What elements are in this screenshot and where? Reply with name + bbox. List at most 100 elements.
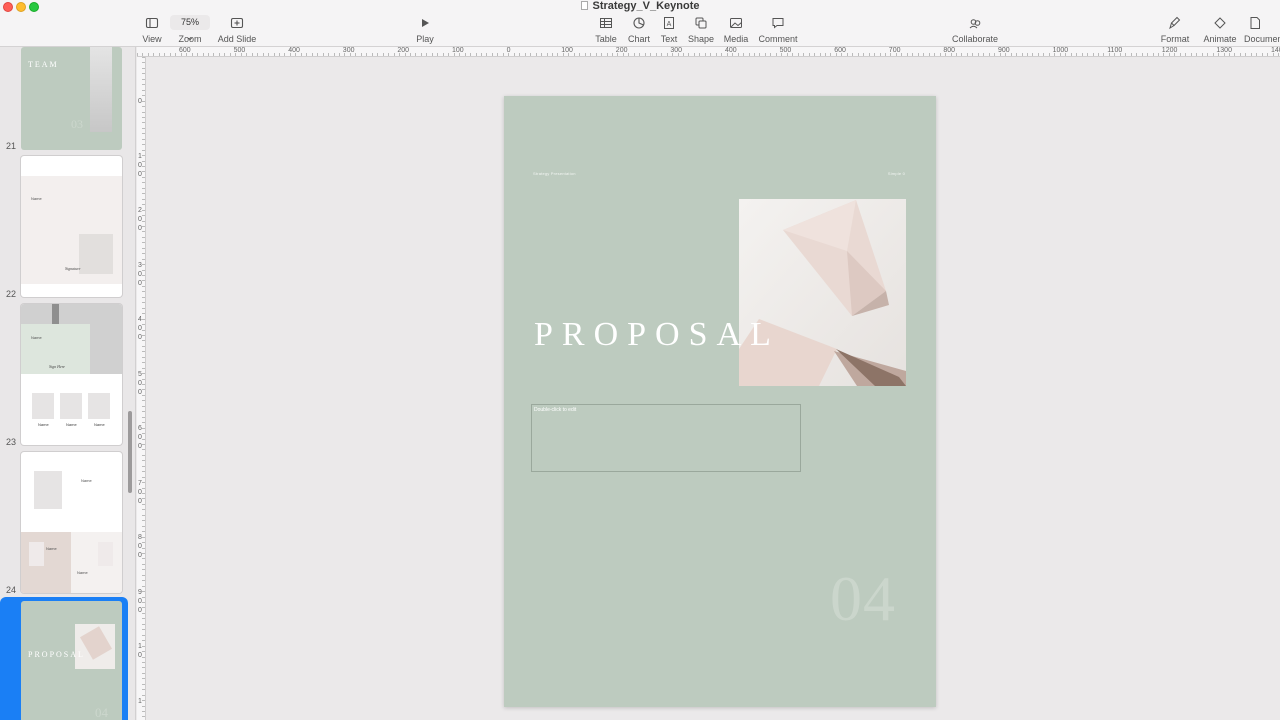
ruler-tick [142, 411, 145, 413]
ruler-tick [328, 53, 330, 56]
ruler-tick [142, 536, 145, 538]
slide-navigator: TEAM 03 21 Name Signature 22 Name Sign H… [0, 47, 136, 720]
ruler-tick [142, 384, 145, 385]
ruler-tick [470, 53, 472, 56]
thumbnail-image [79, 234, 113, 274]
media-button[interactable]: Media [722, 15, 750, 45]
chart-button[interactable]: Chart [625, 15, 653, 45]
ruler-tick [142, 116, 145, 118]
comment-label: Comment [758, 34, 798, 44]
ruler-tick [142, 95, 145, 97]
ruler-tick [1108, 53, 1110, 56]
envelope-photo[interactable] [739, 199, 906, 386]
slide-title[interactable]: PROPOSAL [534, 316, 780, 354]
slide-canvas[interactable]: Strategy Presentation Simple 0 PROPOSAL … [504, 96, 936, 707]
ruler-tick [142, 623, 145, 625]
slide-thumbnail[interactable]: Name Sign Here Name Name Name [21, 304, 122, 445]
ruler-tick [393, 53, 395, 56]
ruler-tick [218, 53, 220, 56]
ruler-tick [579, 53, 581, 56]
ruler-tick [846, 53, 848, 56]
ruler-tick [868, 53, 870, 56]
shape-button[interactable]: Shape [686, 15, 716, 45]
ruler-tick [1081, 53, 1083, 56]
ruler-tick [142, 176, 145, 178]
add-slide-icon [230, 17, 244, 29]
slide-thumbnail-selected[interactable]: PROPOSAL 04 [21, 601, 122, 720]
ruler-tick [956, 53, 957, 56]
ruler-tick [360, 53, 362, 56]
ruler-tick [142, 602, 145, 603]
play-button[interactable]: Play [412, 15, 438, 45]
ruler-tick [994, 53, 996, 56]
ruler-tick [595, 53, 597, 56]
ruler-tick [410, 53, 411, 56]
ruler-tick [142, 580, 145, 582]
ruler-tick [601, 53, 603, 56]
ruler-tick [262, 53, 264, 56]
ruler-tick [917, 53, 919, 56]
ruler-tick [710, 53, 712, 56]
ruler-tick [1092, 53, 1094, 56]
view-button[interactable]: View [139, 15, 165, 45]
ruler-tick [759, 53, 761, 56]
slide-thumbnail[interactable]: Name Name Name [21, 452, 122, 593]
ruler-tick [142, 84, 145, 86]
ruler-tick [349, 53, 351, 56]
ruler-tick [874, 53, 876, 56]
ruler-tick [1261, 53, 1263, 56]
ruler-tick [142, 585, 145, 587]
media-icon [730, 18, 742, 28]
ruler-tick [142, 476, 145, 478]
slide-thumbnail[interactable]: Name Signature [21, 156, 122, 297]
zoom-button[interactable]: 75% ⌄ Zoom [170, 15, 210, 45]
document-button[interactable]: Document [1244, 15, 1280, 45]
ruler-tick [688, 53, 690, 56]
ruler-tick [142, 596, 145, 598]
comment-button[interactable]: Comment [756, 15, 800, 45]
ruler-tick [753, 53, 755, 56]
text-placeholder[interactable]: Double-click to edit [531, 404, 801, 472]
paintbrush-icon [1169, 16, 1181, 30]
ruler-tick [819, 53, 821, 56]
animate-button[interactable]: Animate [1202, 15, 1238, 45]
ruler-tick [628, 53, 630, 56]
ruler-tick [639, 53, 641, 56]
ruler-tick [142, 187, 145, 189]
ruler-tick [142, 558, 145, 560]
navigator-scrollbar[interactable] [128, 411, 132, 493]
ruler-tick [764, 53, 766, 56]
ruler-tick [142, 520, 145, 522]
slide-number: 24 [6, 585, 17, 595]
ruler-tick [142, 318, 145, 320]
ruler-tick [142, 661, 145, 663]
add-slide-button[interactable]: Add Slide [216, 15, 258, 45]
text-button[interactable]: A Text [657, 15, 681, 45]
ruler-tick [142, 53, 144, 56]
thumbnail-image [90, 47, 112, 132]
ruler-tick [1043, 53, 1045, 56]
ruler-tick [344, 53, 346, 56]
ruler-tick [1097, 53, 1099, 56]
ruler-tick [142, 509, 145, 511]
collaborate-button[interactable]: Collaborate [950, 15, 1000, 45]
ruler-tick [835, 53, 837, 56]
slide-thumbnail[interactable]: TEAM 03 [21, 47, 122, 150]
table-button[interactable]: Table [593, 15, 619, 45]
ruler-tick [284, 53, 286, 56]
ruler-tick [1267, 53, 1269, 56]
ruler-tick [382, 53, 384, 56]
ruler-tick [1147, 53, 1149, 56]
ruler-tick [1114, 53, 1116, 56]
ruler-tick [923, 53, 925, 56]
ruler-tick [693, 53, 695, 56]
format-button[interactable]: Format [1158, 15, 1192, 45]
ruler-tick [142, 89, 145, 91]
zoom-select[interactable]: 75% ⌄ [170, 15, 210, 42]
ruler-tick [180, 53, 182, 56]
comment-icon [772, 18, 784, 29]
ruler-tick [142, 607, 145, 609]
ruler-tick [142, 640, 145, 642]
ruler-tick [1070, 53, 1072, 56]
ruler-tick [928, 53, 930, 56]
